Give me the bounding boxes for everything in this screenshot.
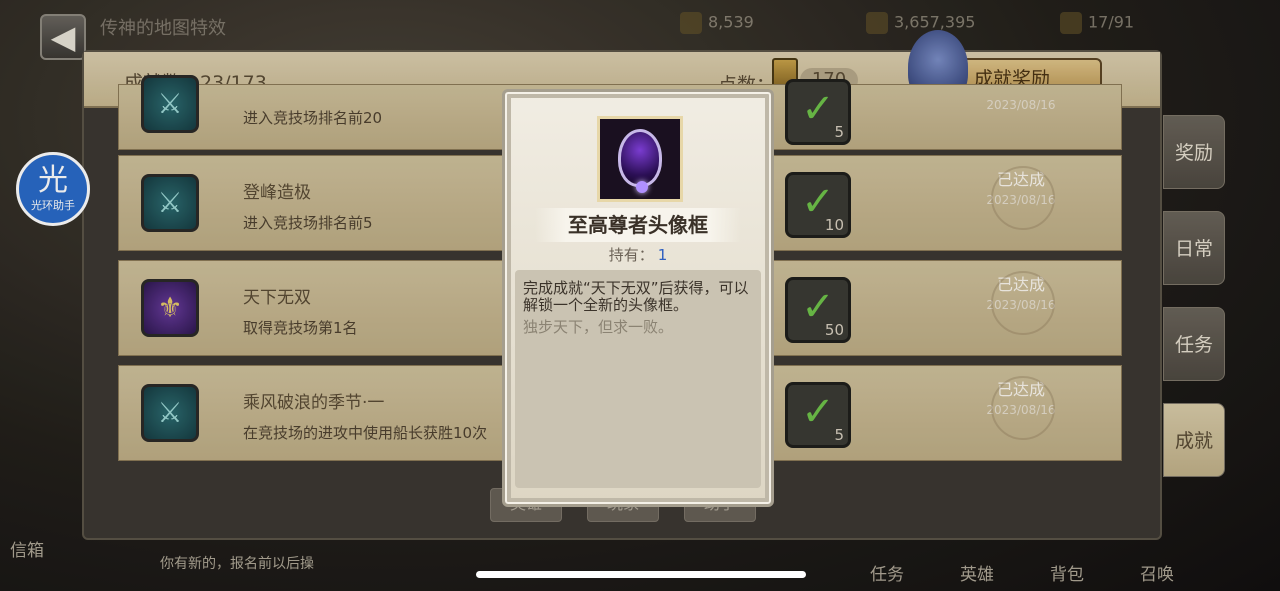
- home-indicator[interactable]: [476, 571, 806, 578]
- own-label: 持有：: [608, 246, 654, 264]
- purple-gem-icon: [618, 129, 662, 187]
- item-detail-modal: 至高尊者头像框 持有： 1 完成成就“天下无双”后获得，可以解锁一个全新的头像框。…: [502, 89, 774, 507]
- item-name: 至高尊者头像框: [535, 208, 741, 242]
- orb-icon: [636, 181, 648, 193]
- own-count-row: 持有： 1: [505, 244, 771, 265]
- description-box: 完成成就“天下无双”后获得，可以解锁一个全新的头像框。 独步天下，但求一败。: [515, 270, 761, 488]
- own-count: 1: [657, 246, 668, 264]
- item-flavor-text: 独步天下，但求一败。: [523, 318, 674, 336]
- avatar-frame-icon: [597, 116, 683, 202]
- item-description: 完成成就“天下无双”后获得，可以解锁一个全新的头像框。: [523, 279, 749, 314]
